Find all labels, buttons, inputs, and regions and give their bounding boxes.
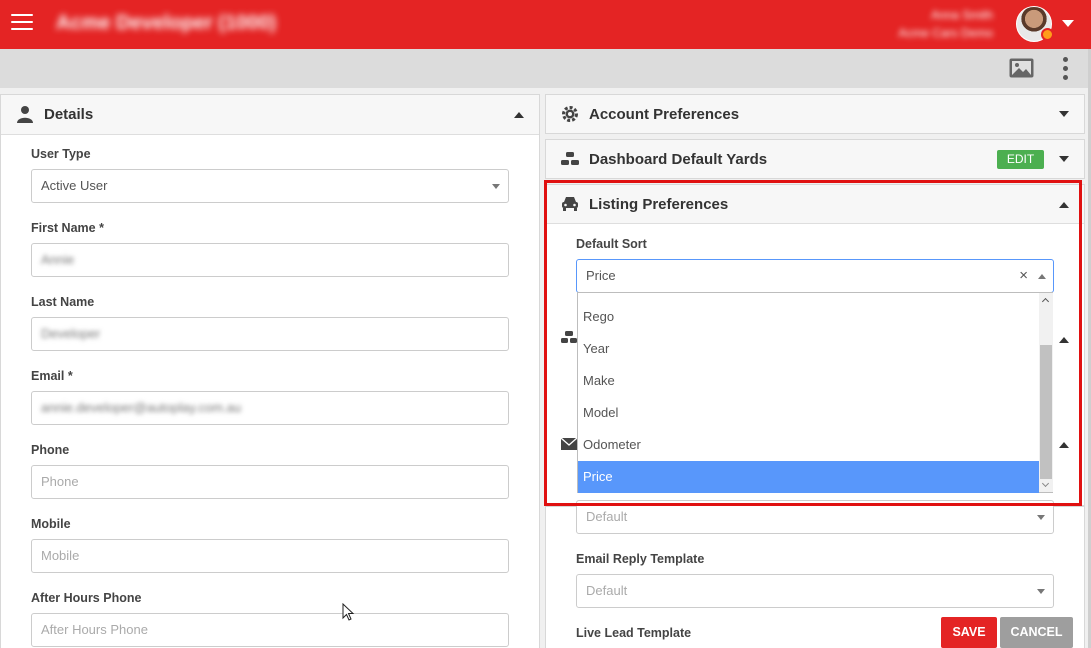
collapse-details-icon[interactable] [514,112,524,118]
chevron-down-icon [492,184,500,189]
collapse-listing-icon[interactable] [1059,202,1069,208]
expand-dashboard-icon[interactable] [1059,156,1069,162]
first-name-value: Annie [41,252,75,267]
image-icon[interactable] [1009,58,1034,78]
mobile-placeholder: Mobile [41,548,80,563]
last-name-field[interactable]: Developer [31,317,509,351]
collapse-hidden-panel-icon[interactable] [1059,337,1069,343]
mouse-cursor-icon [342,603,355,621]
after-hours-phone-placeholder: After Hours Phone [41,622,148,637]
mobile-field[interactable]: Mobile [31,539,509,573]
phone-label: Phone [31,443,70,457]
email-reply-template-select[interactable]: Default [576,574,1054,608]
expand-account-icon[interactable] [1059,111,1069,117]
phone-placeholder: Phone [41,474,79,489]
user-info[interactable]: Anna Smith Acme Cars Demo [898,6,993,42]
email-reply-template-placeholder: Default [586,583,628,598]
collapse-email-panel-icon[interactable] [1059,442,1069,448]
mobile-label: Mobile [31,517,71,531]
user-type-label: User Type [31,147,91,161]
gear-icon [562,106,578,122]
edit-yards-button[interactable]: EDIT [997,150,1044,169]
dashboard-default-yards-title: Dashboard Default Yards [589,151,768,168]
details-panel-title: Details [44,106,94,123]
user-company: Acme Cars Demo [898,26,993,40]
more-options-icon[interactable] [1063,57,1069,81]
envelope-icon [561,437,577,450]
option-price[interactable]: Price [578,461,1039,493]
default-sort-dropdown[interactable]: Rego Year Make Model Odometer Price [577,292,1053,493]
default-template-select[interactable]: Default [576,500,1054,534]
user-menu-caret-icon[interactable] [1062,20,1074,27]
dropdown-scrollbar[interactable] [1039,293,1053,492]
cars-icon [561,152,579,165]
email-value: annie.developer@autoplay.com.au [41,400,242,415]
app-title: Acme Developer (1000) [56,12,277,34]
email-label: Email * [31,369,73,383]
option-odometer[interactable]: Odometer [578,429,1039,461]
dropdown-scroll-thumb[interactable] [1040,345,1052,479]
email-reply-template-label: Email Reply Template [576,552,705,566]
email-field[interactable]: annie.developer@autoplay.com.au [31,391,509,425]
hamburger-menu-icon[interactable] [11,14,33,32]
phone-field[interactable]: Phone [31,465,509,499]
chevron-down-icon [1037,515,1045,520]
default-sort-label: Default Sort [576,237,647,251]
option-year[interactable]: Year [578,333,1039,365]
user-name: Anna Smith [930,8,993,22]
car-icon [562,197,578,211]
chevron-up-icon [1038,274,1046,279]
sub-toolbar [0,49,1091,88]
after-hours-phone-label: After Hours Phone [31,591,142,605]
account-preferences-title: Account Preferences [589,106,740,123]
last-name-value: Developer [41,326,101,341]
after-hours-phone-field[interactable]: After Hours Phone [31,613,509,647]
user-type-value: Active User [41,178,108,193]
first-name-label: First Name * [31,221,104,235]
live-lead-template-label: Live Lead Template [576,626,692,640]
default-sort-select[interactable]: Price × [576,259,1054,293]
status-dot-icon [1041,28,1054,41]
user-icon [17,106,33,123]
cars-icon [561,331,577,343]
default-template-placeholder: Default [586,509,628,524]
default-sort-value: Price [586,268,616,283]
option-rego[interactable]: Rego [578,301,1039,333]
chevron-down-icon [1037,589,1045,594]
option-model[interactable]: Model [578,397,1039,429]
user-type-select[interactable]: Active User [31,169,509,203]
option-make[interactable]: Make [578,365,1039,397]
last-name-label: Last Name [31,295,95,309]
clear-selection-icon[interactable]: × [1019,260,1028,292]
first-name-field[interactable]: Annie [31,243,509,277]
listing-preferences-title: Listing Preferences [589,196,729,213]
save-button[interactable]: SAVE [941,617,997,648]
cancel-button[interactable]: CANCEL [1000,617,1073,648]
